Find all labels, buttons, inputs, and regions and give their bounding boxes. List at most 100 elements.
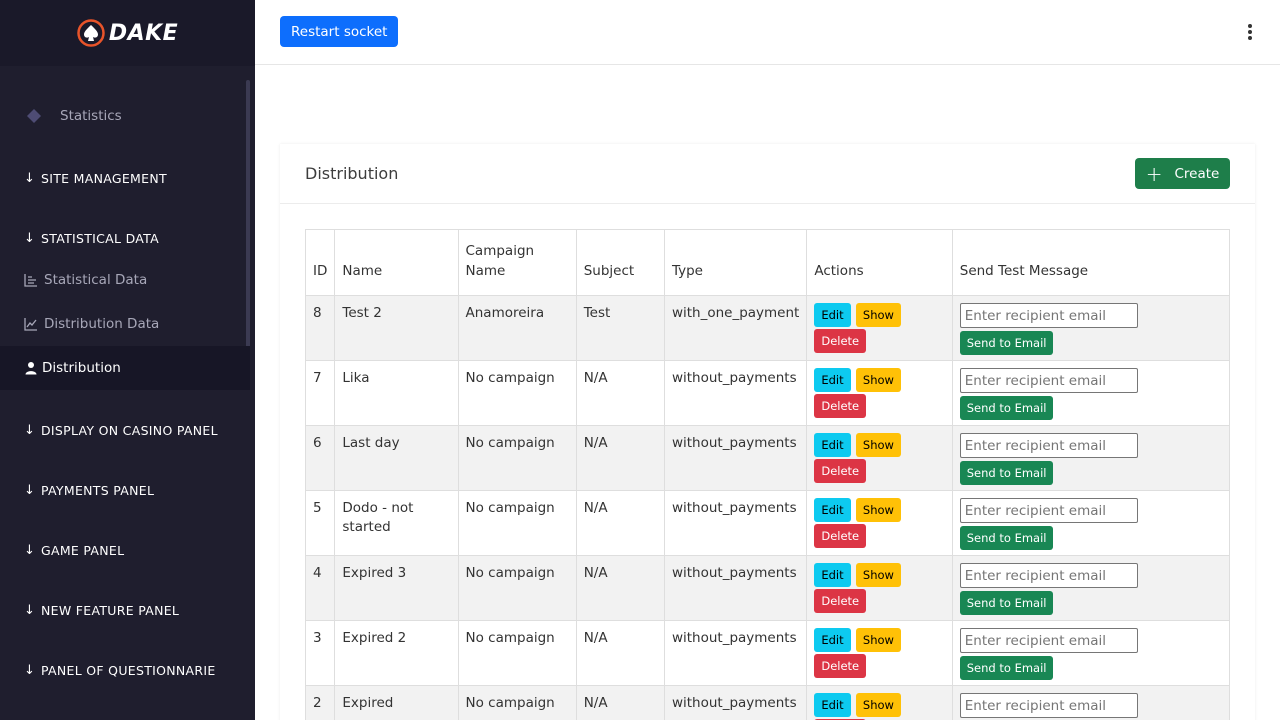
cell-id: 4 <box>304 555 336 621</box>
plus-icon: + <box>1145 161 1163 186</box>
table-row: 3 Expired 2 No campaign N/A without_paym… <box>304 620 1231 686</box>
delete-button[interactable]: Delete <box>814 459 867 483</box>
cell-actions: Edit Show Delete <box>806 490 953 556</box>
cell-type: without_payments <box>663 685 808 720</box>
send-to-email-button[interactable]: Send to Email <box>959 396 1054 420</box>
show-button[interactable]: Show <box>855 498 901 522</box>
edit-button[interactable]: Edit <box>814 303 851 327</box>
diamond-icon <box>27 109 41 123</box>
recipient-email-input[interactable] <box>959 368 1138 393</box>
send-to-email-button[interactable]: Send to Email <box>959 461 1054 485</box>
delete-button[interactable]: Delete <box>814 589 867 613</box>
cell-campaign: No campaign <box>457 555 577 621</box>
sidebar-item-statistics[interactable]: Statistics <box>0 104 250 128</box>
arrow-down-icon: ↓ <box>24 230 36 246</box>
cell-id: 5 <box>304 490 336 556</box>
column-header: Campaign Name <box>457 229 577 296</box>
send-to-email-button[interactable]: Send to Email <box>959 331 1054 355</box>
cell-id: 7 <box>304 360 336 426</box>
sidebar-section-statistical-data[interactable]: ↓ STATISTICAL DATA <box>0 228 250 248</box>
show-button[interactable]: Show <box>855 628 901 652</box>
edit-button[interactable]: Edit <box>814 628 851 652</box>
show-button[interactable]: Show <box>855 433 901 457</box>
page-title: Distribution <box>305 164 399 183</box>
create-button[interactable]: + Create <box>1135 158 1230 189</box>
arrow-down-icon: ↓ <box>24 422 36 438</box>
recipient-email-input[interactable] <box>959 628 1138 653</box>
sidebar-section-label: NEW FEATURE PANEL <box>41 602 180 618</box>
delete-button[interactable]: Delete <box>814 329 867 353</box>
sidebar-section-site-management[interactable]: ↓ SITE MANAGEMENT <box>0 168 250 188</box>
send-to-email-button[interactable]: Send to Email <box>959 591 1054 615</box>
send-to-email-button[interactable]: Send to Email <box>959 656 1054 680</box>
column-header: Subject <box>575 229 665 296</box>
line-chart-icon <box>24 318 37 331</box>
cell-type: without_payments <box>663 620 808 686</box>
show-button[interactable]: Show <box>855 693 901 717</box>
cell-campaign: No campaign <box>457 685 577 720</box>
recipient-email-input[interactable] <box>959 433 1138 458</box>
sidebar-section-panel-of-questionnarie[interactable]: ↓ PANEL OF QUESTIONNARIE <box>0 660 250 680</box>
cell-name: Expired 2 <box>334 620 459 686</box>
cell-actions: Edit Show Delete <box>806 620 953 686</box>
recipient-email-input[interactable] <box>959 498 1138 523</box>
sidebar-section-game-panel[interactable]: ↓ GAME PANEL <box>0 540 250 560</box>
cell-name: Lika <box>334 360 459 426</box>
edit-button[interactable]: Edit <box>814 368 851 392</box>
cell-type: without_payments <box>663 490 808 556</box>
sidebar-section-payments-panel[interactable]: ↓ PAYMENTS PANEL <box>0 480 250 500</box>
sidebar-item-statistical-data[interactable]: Statistical Data <box>0 270 250 290</box>
edit-button[interactable]: Edit <box>814 563 851 587</box>
recipient-email-input[interactable] <box>959 303 1138 328</box>
show-button[interactable]: Show <box>855 303 901 327</box>
restart-socket-button[interactable]: Restart socket <box>280 16 399 47</box>
sidebar-section-label: STATISTICAL DATA <box>41 230 159 246</box>
sidebar-item-distribution[interactable]: Distribution <box>0 346 250 390</box>
cell-actions: Edit Show Delete <box>806 425 953 491</box>
edit-button[interactable]: Edit <box>814 498 851 522</box>
edit-button[interactable]: Edit <box>814 433 851 457</box>
send-to-email-button[interactable]: Send to Email <box>959 526 1054 550</box>
cell-name: Dodo - not started <box>334 490 459 556</box>
sidebar-section-display-on-casino-panel[interactable]: ↓ DISPLAY ON CASINO PANEL <box>0 420 250 440</box>
cell-campaign: No campaign <box>457 360 577 426</box>
table-row: 6 Last day No campaign N/A without_payme… <box>304 425 1231 491</box>
cell-subject: N/A <box>575 620 665 686</box>
recipient-email-input[interactable] <box>959 563 1138 588</box>
cell-type: with_one_payment <box>663 295 808 361</box>
create-button-label: Create <box>1174 165 1220 182</box>
cell-send-test: Send to Email <box>951 295 1231 361</box>
cell-campaign: No campaign <box>457 425 577 491</box>
delete-button[interactable]: Delete <box>814 654 867 678</box>
show-button[interactable]: Show <box>855 368 901 392</box>
table-row: 4 Expired 3 No campaign N/A without_paym… <box>304 555 1231 621</box>
cell-send-test: Send to Email <box>951 555 1231 621</box>
cell-campaign: Anamoreira <box>457 295 577 361</box>
arrow-down-icon: ↓ <box>24 170 36 186</box>
edit-button[interactable]: Edit <box>814 693 851 717</box>
cell-send-test: Send to Email <box>951 360 1231 426</box>
cell-actions: Edit Show Delete <box>806 555 953 621</box>
sidebar-section-new-feature-panel[interactable]: ↓ NEW FEATURE PANEL <box>0 600 250 620</box>
table-header-row: ID Name Campaign Name Subject Type Actio… <box>304 229 1231 296</box>
more-options-icon[interactable] <box>1242 22 1258 42</box>
cell-campaign: No campaign <box>457 620 577 686</box>
brand-logo[interactable]: DAKE <box>0 0 255 66</box>
cell-type: without_payments <box>663 555 808 621</box>
distribution-card: Distribution + Create ID Name Campaign N… <box>280 144 1255 720</box>
show-button[interactable]: Show <box>855 563 901 587</box>
bar-chart-icon <box>24 274 37 287</box>
brand-name: DAKE <box>108 20 179 46</box>
spade-logo-icon <box>77 19 105 47</box>
sidebar-section-label: GAME PANEL <box>41 542 125 558</box>
cell-actions: Edit Show Delete <box>806 685 953 720</box>
cell-subject: N/A <box>575 360 665 426</box>
column-header: Actions <box>806 229 953 296</box>
cell-id: 6 <box>304 425 336 491</box>
cell-subject: Test <box>575 295 665 361</box>
table-row: 2 Expired No campaign N/A without_paymen… <box>304 685 1231 720</box>
sidebar-item-distribution-data[interactable]: Distribution Data <box>0 314 250 334</box>
recipient-email-input[interactable] <box>959 693 1138 718</box>
delete-button[interactable]: Delete <box>814 394 867 418</box>
delete-button[interactable]: Delete <box>814 524 867 548</box>
